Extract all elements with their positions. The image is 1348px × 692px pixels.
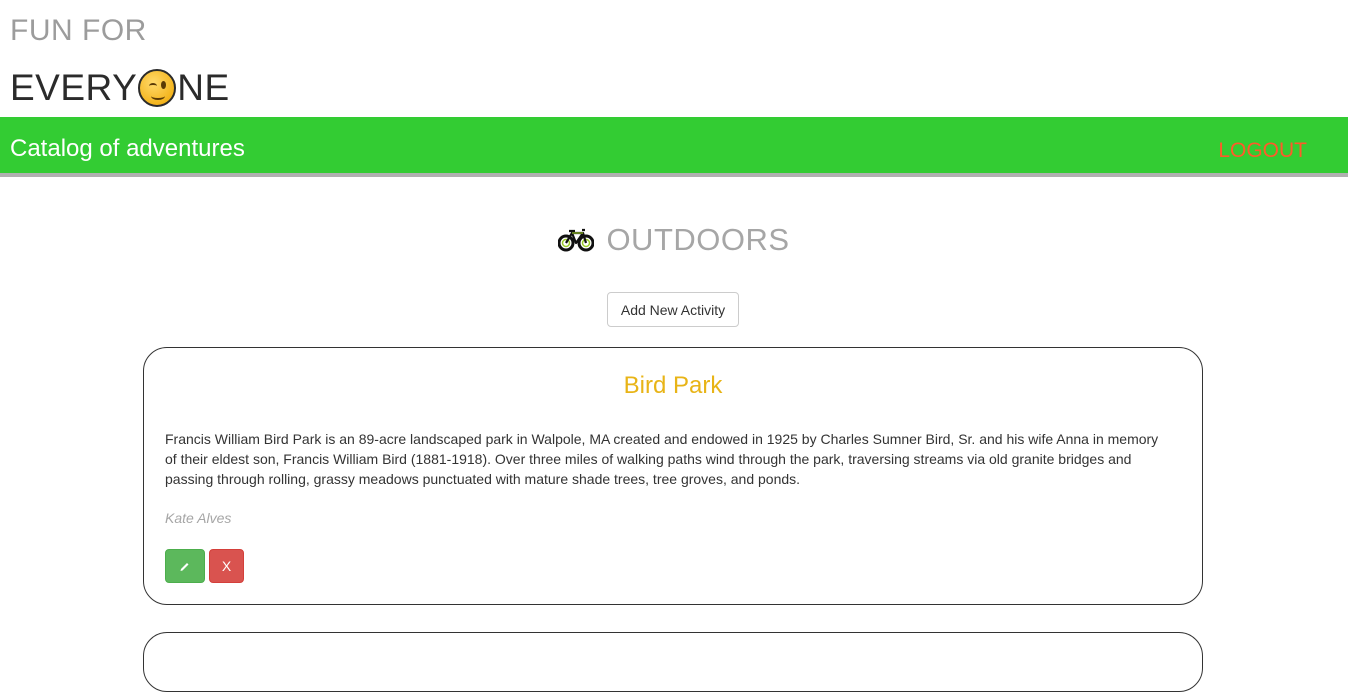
winking-face-icon: [138, 69, 177, 107]
add-new-activity-button[interactable]: Add New Activity: [607, 292, 739, 327]
pencil-icon: [180, 563, 189, 571]
brand-logo: FUN FOR EVERY NE: [10, 12, 230, 110]
activity-author: Kate Alves: [165, 510, 232, 526]
activity-card: Bird Park Francis William Bird Park is a…: [143, 347, 1203, 605]
activity-description: Francis William Bird Park is an 89-acre …: [165, 431, 1159, 487]
nav-title[interactable]: Catalog of adventures: [10, 135, 245, 163]
brand-line-2-end: NE: [177, 67, 230, 108]
activity-title: Bird Park: [623, 372, 723, 399]
section-heading: OUTDOORS: [0, 222, 1348, 258]
activity-card: [143, 632, 1203, 692]
brand-line-1: FUN FOR: [10, 14, 147, 47]
section-title: OUTDOORS: [606, 222, 790, 257]
brand-line-2: EVERY NE: [10, 66, 230, 110]
navbar: Catalog of adventures LOGOUT: [0, 117, 1348, 177]
brand-line-2-start: EVERY: [10, 67, 138, 108]
delete-button[interactable]: X: [209, 549, 244, 583]
edit-button[interactable]: [165, 549, 205, 583]
logout-link[interactable]: LOGOUT: [1218, 139, 1307, 163]
bicycle-icon: [558, 228, 595, 252]
